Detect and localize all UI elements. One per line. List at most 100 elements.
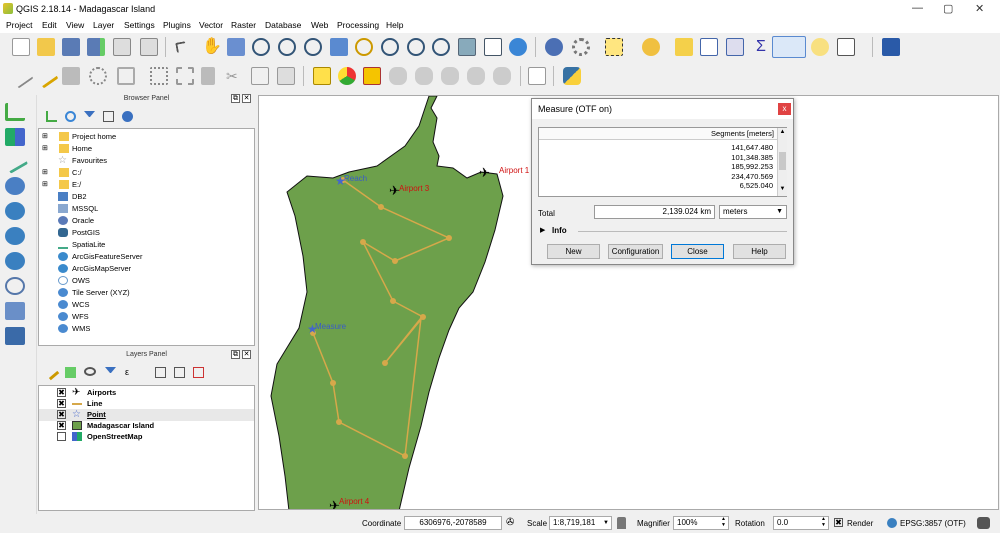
print-composer-icon[interactable] (113, 38, 131, 56)
render-checkbox-icon[interactable]: ✖ (834, 518, 843, 527)
new-button[interactable]: New (547, 244, 600, 259)
menu-layer[interactable]: Layer (93, 20, 114, 30)
new-project-icon[interactable] (12, 38, 30, 56)
close-window-icon[interactable]: ✕ (975, 2, 984, 15)
menu-edit[interactable]: Edit (42, 20, 57, 30)
text-annotation-icon[interactable] (837, 38, 855, 56)
sum-icon[interactable]: Σ (752, 38, 770, 56)
field-calculator-icon[interactable] (726, 38, 744, 56)
collapse-all-icon[interactable] (103, 111, 114, 122)
add-mssql-layer-icon[interactable] (5, 302, 25, 320)
action-gear-icon[interactable] (572, 38, 590, 56)
csw-icon[interactable] (528, 67, 546, 85)
info-icon[interactable] (122, 111, 133, 122)
airport-marker-icon[interactable]: ✈ (479, 165, 490, 180)
identify-icon[interactable] (545, 38, 563, 56)
total-value-field[interactable]: 2,139.024 km (594, 205, 715, 219)
select-by-expression-icon[interactable] (642, 38, 660, 56)
add-db2-layer-icon[interactable] (5, 327, 25, 345)
zoom-next-icon[interactable] (432, 38, 450, 56)
new-map-view-icon[interactable] (458, 38, 476, 56)
minimize-icon[interactable]: — (912, 2, 923, 14)
expand-all-icon[interactable] (155, 367, 166, 378)
close-panel-icon[interactable]: ✕ (242, 94, 251, 103)
select-features-icon[interactable] (605, 38, 623, 56)
add-wms-layer-icon[interactable] (5, 202, 25, 220)
manage-visibility-eye-icon[interactable] (84, 367, 96, 376)
toggle-editing-icon[interactable] (33, 63, 59, 89)
current-edits-icon[interactable] (8, 63, 34, 89)
show-hide-labels-icon[interactable] (441, 67, 459, 85)
close-dialog-icon[interactable]: x (778, 103, 791, 115)
delete-selected-icon[interactable] (201, 67, 215, 85)
refresh-icon[interactable] (65, 111, 76, 122)
add-polygon-icon[interactable] (117, 67, 135, 85)
layer-style-brush-icon[interactable] (43, 364, 60, 381)
menu-raster[interactable]: Raster (231, 20, 256, 30)
info-section-label[interactable]: Info (552, 226, 567, 235)
add-delimited-text-icon[interactable] (5, 177, 25, 195)
menu-view[interactable]: View (66, 20, 84, 30)
checkbox-checked-icon[interactable]: ✖ (57, 388, 66, 397)
info-expand-arrow-icon[interactable]: ▶ (540, 226, 545, 234)
menu-vector[interactable]: Vector (199, 20, 223, 30)
toggle-extents-icon[interactable]: ✇ (506, 517, 518, 529)
menu-database[interactable]: Database (265, 20, 301, 30)
collapse-all-icon[interactable] (174, 367, 185, 378)
filter-icon[interactable] (84, 111, 95, 122)
segments-column-header[interactable]: Segments [meters] (539, 128, 777, 140)
refresh-icon[interactable] (509, 38, 527, 56)
configuration-button[interactable]: Configuration (608, 244, 663, 259)
move-feature-icon[interactable] (150, 67, 168, 85)
python-console-icon[interactable] (563, 67, 581, 85)
menu-project[interactable]: Project (6, 20, 32, 30)
help-icon[interactable] (882, 38, 900, 56)
add-raster-layer-icon[interactable] (5, 128, 25, 146)
rotation-field[interactable]: 0.0 ▲ ▼ (773, 516, 829, 530)
checkbox-checked-icon[interactable]: ✖ (57, 410, 66, 419)
style-manager-icon[interactable] (338, 67, 356, 85)
zoom-full-icon[interactable] (330, 38, 348, 56)
messages-icon[interactable] (977, 517, 990, 529)
add-oracle-layer-icon[interactable] (5, 277, 25, 295)
highlight-pinned-icon[interactable] (415, 67, 433, 85)
float-panel-icon[interactable]: ⧉ (231, 350, 240, 359)
layer-row[interactable]: OpenStreetMap (39, 431, 254, 443)
measure-line-icon[interactable] (772, 36, 806, 58)
save-project-icon[interactable] (62, 38, 80, 56)
zoom-out-icon[interactable] (278, 38, 296, 56)
menu-plugins[interactable]: Plugins (163, 20, 191, 30)
close-panel-icon[interactable]: ✕ (242, 350, 251, 359)
menu-settings[interactable]: Settings (124, 20, 155, 30)
cut-features-icon[interactable]: ✂ (226, 67, 244, 85)
add-wfs-layer-icon[interactable] (5, 252, 25, 270)
checkbox-checked-icon[interactable]: ✖ (57, 421, 66, 430)
save-edits-icon[interactable] (62, 67, 80, 85)
pin-labels-icon[interactable] (389, 67, 407, 85)
crs-globe-icon[interactable] (887, 518, 897, 528)
float-panel-icon[interactable]: ⧉ (231, 94, 240, 103)
deselect-icon[interactable] (675, 38, 693, 56)
menu-help[interactable]: Help (386, 20, 403, 30)
add-vector-layer-icon[interactable] (5, 103, 25, 121)
coordinate-field[interactable]: 6306976,-2078589 (404, 516, 502, 530)
layer-labeling-icon[interactable] (363, 67, 381, 85)
label-abc-icon[interactable] (313, 67, 331, 85)
add-wcs-layer-icon[interactable] (5, 227, 25, 245)
close-button[interactable]: Close (671, 244, 724, 259)
add-point-icon[interactable] (89, 67, 107, 85)
node-tool-icon[interactable] (176, 67, 194, 85)
add-selected-layer-icon[interactable] (46, 111, 57, 122)
bookmarks-icon[interactable] (484, 38, 502, 56)
segments-scrollbar[interactable]: ▲ ▼ (777, 128, 787, 196)
magnifier-field[interactable]: 100% ▲ ▼ (673, 516, 729, 530)
zoom-to-layer-icon[interactable] (381, 38, 399, 56)
checkbox-checked-icon[interactable]: ✖ (57, 399, 66, 408)
madagascar-island-polygon[interactable] (270, 96, 504, 510)
unit-select[interactable]: meters ▼ (719, 205, 787, 219)
zoom-to-selection-icon[interactable] (355, 38, 373, 56)
paste-features-icon[interactable] (277, 67, 295, 85)
menu-web[interactable]: Web (311, 20, 328, 30)
pan-hand-icon[interactable]: ✋ (202, 38, 222, 56)
add-spatialite-layer-icon[interactable] (1, 148, 29, 174)
